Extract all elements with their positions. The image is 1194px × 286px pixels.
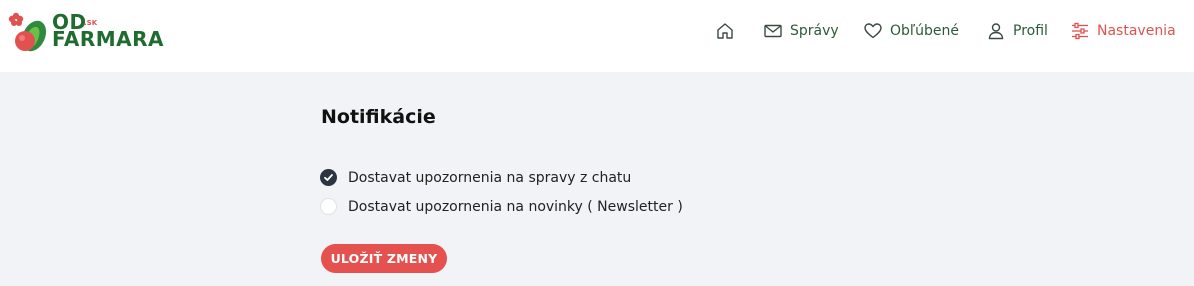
save-changes-button[interactable]: ULOŽIŤ ZMENY [321,244,447,273]
logo-mark-icon [8,12,47,52]
logo-text-sk: .SK [84,19,98,27]
page-title: Notifikácie [321,106,436,128]
nav-messages-label: Správy [790,23,839,39]
nav-messages[interactable]: Správy [762,18,839,44]
heart-icon [862,20,884,42]
envelope-icon [762,20,784,42]
chat-notifications-label[interactable]: Dostavat upozornenia na spravy z chatu [348,170,631,186]
odfarmara-logo[interactable]: OD .SK FARMARA [8,8,164,56]
logo-text-farmara: FARMARA [52,27,165,51]
newsletter-checkbox[interactable]: Dostavat upozornenia na novinky ( Newsle… [320,198,683,215]
newsletter-label[interactable]: Dostavat upozornenia na novinky ( Newsle… [348,199,683,215]
user-icon [985,20,1007,42]
home-icon [714,20,736,42]
sliders-icon [1069,20,1091,42]
nav-profile-label: Profil [1013,23,1048,39]
checkbox-checked-icon[interactable] [320,169,337,186]
nav-profile[interactable]: Profil [985,18,1048,44]
chat-notifications-checkbox[interactable]: Dostavat upozornenia na spravy z chatu [320,169,631,186]
checkbox-unchecked-icon[interactable] [320,198,337,215]
nav-favorites[interactable]: Obľúbené [862,18,959,44]
nav-settings-label: Nastavenia [1097,23,1176,39]
nav-settings[interactable]: Nastavenia [1069,18,1176,44]
top-header: OD .SK FARMARA Správy Obľúbené Profil Na… [0,0,1194,72]
nav-home[interactable] [714,18,736,44]
nav-favorites-label: Obľúbené [890,23,960,39]
